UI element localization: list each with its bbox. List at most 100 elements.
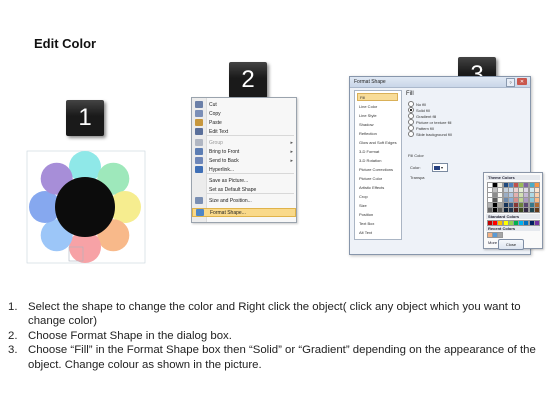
theme-colors-heading: Theme Colors: [486, 175, 540, 180]
nav-item-picture-color[interactable]: Picture Color: [357, 174, 398, 182]
format-shape-dialog: Format Shape ? ✕ Fill Line Color Line Styl…: [349, 76, 543, 255]
chevron-down-icon: ▾: [441, 165, 444, 170]
nav-item-3-d-format[interactable]: 3-D Format: [357, 147, 398, 155]
menu-item-label: Set as Default Shape: [209, 186, 257, 193]
step-badge-2-number: 2: [241, 66, 255, 93]
nav-item-position[interactable]: Position: [357, 210, 398, 218]
fill-option-label: Slide background fill: [416, 131, 452, 137]
nav-item-artistic-effects[interactable]: Artistic Effects: [357, 183, 398, 191]
step-badge-2: 2: [229, 62, 267, 98]
fill-option-label: Gradient fill: [416, 113, 437, 119]
bring-front-icon: [195, 148, 203, 155]
step-2: 2. Choose Format Shape in the dialog box.: [8, 329, 548, 343]
menu-item-label: Cut: [209, 101, 217, 108]
menu-separator: [207, 193, 294, 194]
edit-text-icon: [195, 128, 203, 135]
context-menu: Cut Copy Paste Edit Text Group ▸ Bring to Fron…: [191, 97, 297, 223]
menu-item-label: Format Shape...: [210, 209, 246, 216]
nav-item-3-d-rotation[interactable]: 3-D Rotation: [357, 156, 398, 164]
close-icon[interactable]: ✕: [517, 78, 527, 85]
dialog-title: Format Shape: [354, 79, 386, 85]
nav-item-text-box[interactable]: Text Box: [357, 219, 398, 227]
paste-icon: [195, 119, 203, 126]
help-icon[interactable]: ?: [506, 78, 515, 87]
nav-item-fill[interactable]: Fill: [357, 93, 398, 101]
fill-option-label: Picture or texture fill: [416, 119, 452, 125]
color-swatch: [434, 165, 440, 170]
flower-center[interactable]: [55, 177, 115, 237]
menu-item-label: Bring to Front: [209, 148, 240, 155]
step-3-number: 3.: [8, 344, 18, 357]
step-3-text: Choose “Fill” in the Format Shape box th…: [28, 344, 536, 371]
nav-item-glow-and-soft-edges[interactable]: Glow and Soft Edges: [357, 138, 398, 146]
recent-colors-heading: Recent Colors: [486, 226, 540, 231]
step-2-number: 2.: [8, 329, 18, 342]
fill-pane: Fill No fill Solid fill Gradient fill Pictu…: [404, 90, 543, 249]
menu-item-bring-to-front[interactable]: Bring to Front ▸: [192, 147, 296, 156]
fill-option-label: No fill: [416, 101, 427, 107]
step-1-number: 1.: [8, 301, 18, 313]
copy-icon: [195, 110, 203, 117]
nav-item-alt-text[interactable]: Alt Text: [357, 228, 398, 236]
menu-item-copy[interactable]: Copy: [192, 109, 296, 118]
page-title: Edit Color: [34, 36, 97, 51]
color-swatch[interactable]: [533, 207, 540, 213]
group-icon: [195, 139, 203, 146]
size-icon: [195, 197, 203, 204]
menu-item-label: Hyperlink...: [209, 166, 235, 173]
menu-separator: [207, 135, 294, 136]
dialog-nav: Fill Line Color Line Style Shadow Reflection…: [354, 90, 402, 240]
transparency-label: Transpa: [410, 175, 425, 180]
radio-button[interactable]: [408, 131, 414, 137]
nav-item-line-color[interactable]: Line Color: [357, 102, 398, 110]
menu-item-format-shape[interactable]: Format Shape...: [192, 208, 296, 217]
nav-item-reflection[interactable]: Reflection: [357, 129, 398, 137]
nav-item-picture-corrections[interactable]: Picture Corrections: [357, 165, 398, 173]
flower-graphic[interactable]: [24, 148, 148, 266]
fill-option-label: Pattern fill: [416, 125, 434, 131]
fill-pane-title: Fill: [406, 91, 414, 97]
step-1-text: Select the shape to change the color and…: [28, 301, 521, 328]
color-palette: Theme Colors Standard Colors Recent Colo…: [483, 172, 543, 249]
menu-item-send-to-back[interactable]: Send to Back ▸: [192, 156, 296, 165]
step-3: 3. Choose “Fill” in the Format Shape box …: [8, 343, 548, 372]
color-swatch[interactable]: [533, 220, 540, 226]
menu-item-save-as-picture[interactable]: Save as Picture...: [192, 176, 296, 185]
step-badge-1-number: 1: [78, 104, 92, 131]
fill-option-label: Solid fill: [416, 107, 430, 113]
hyperlink-icon: [195, 166, 203, 173]
menu-item-cut[interactable]: Cut: [192, 100, 296, 109]
menu-item-label: Group: [209, 139, 223, 146]
blank-icon: [195, 186, 203, 193]
menu-item-group[interactable]: Group ▸: [192, 138, 296, 147]
fill-color-heading: Fill Color: [408, 153, 424, 158]
fill-option-slide-background-fill[interactable]: Slide background fill: [408, 131, 452, 137]
chevron-right-icon: ▸: [290, 157, 293, 164]
nav-item-crop[interactable]: Crop: [357, 192, 398, 200]
nav-item-line-style[interactable]: Line Style: [357, 111, 398, 119]
instructions-list: 1. Select the shape to change the color a…: [8, 300, 548, 372]
nav-item-size[interactable]: Size: [357, 201, 398, 209]
menu-item-size-and-position[interactable]: Size and Position...: [192, 196, 296, 205]
chevron-right-icon: ▸: [290, 139, 293, 146]
menu-item-label: Save as Picture...: [209, 177, 249, 184]
format-shape-icon: [196, 209, 204, 216]
send-back-icon: [195, 157, 203, 164]
menu-item-label: Paste: [209, 119, 222, 126]
menu-item-label: Size and Position...: [209, 197, 252, 204]
blank-icon: [195, 177, 203, 184]
nav-item-shadow[interactable]: Shadow: [357, 120, 398, 128]
color-swatch[interactable]: [497, 232, 504, 238]
color-picker-button[interactable]: ▾: [432, 163, 448, 172]
standard-colors-heading: Standard Colors: [486, 214, 540, 219]
flower-shape[interactable]: [24, 148, 148, 266]
menu-separator: [207, 173, 294, 174]
dialog-titlebar: Format Shape ? ✕: [350, 77, 530, 88]
scissors-icon: [195, 101, 203, 108]
menu-item-label: Edit Text: [209, 128, 229, 135]
step-2-text: Choose Format Shape in the dialog box.: [28, 329, 232, 342]
close-button[interactable]: Close: [498, 239, 524, 250]
menu-item-label: Copy: [209, 110, 221, 117]
chevron-right-icon: ▸: [290, 148, 293, 155]
menu-item-paste[interactable]: Paste: [192, 118, 296, 127]
